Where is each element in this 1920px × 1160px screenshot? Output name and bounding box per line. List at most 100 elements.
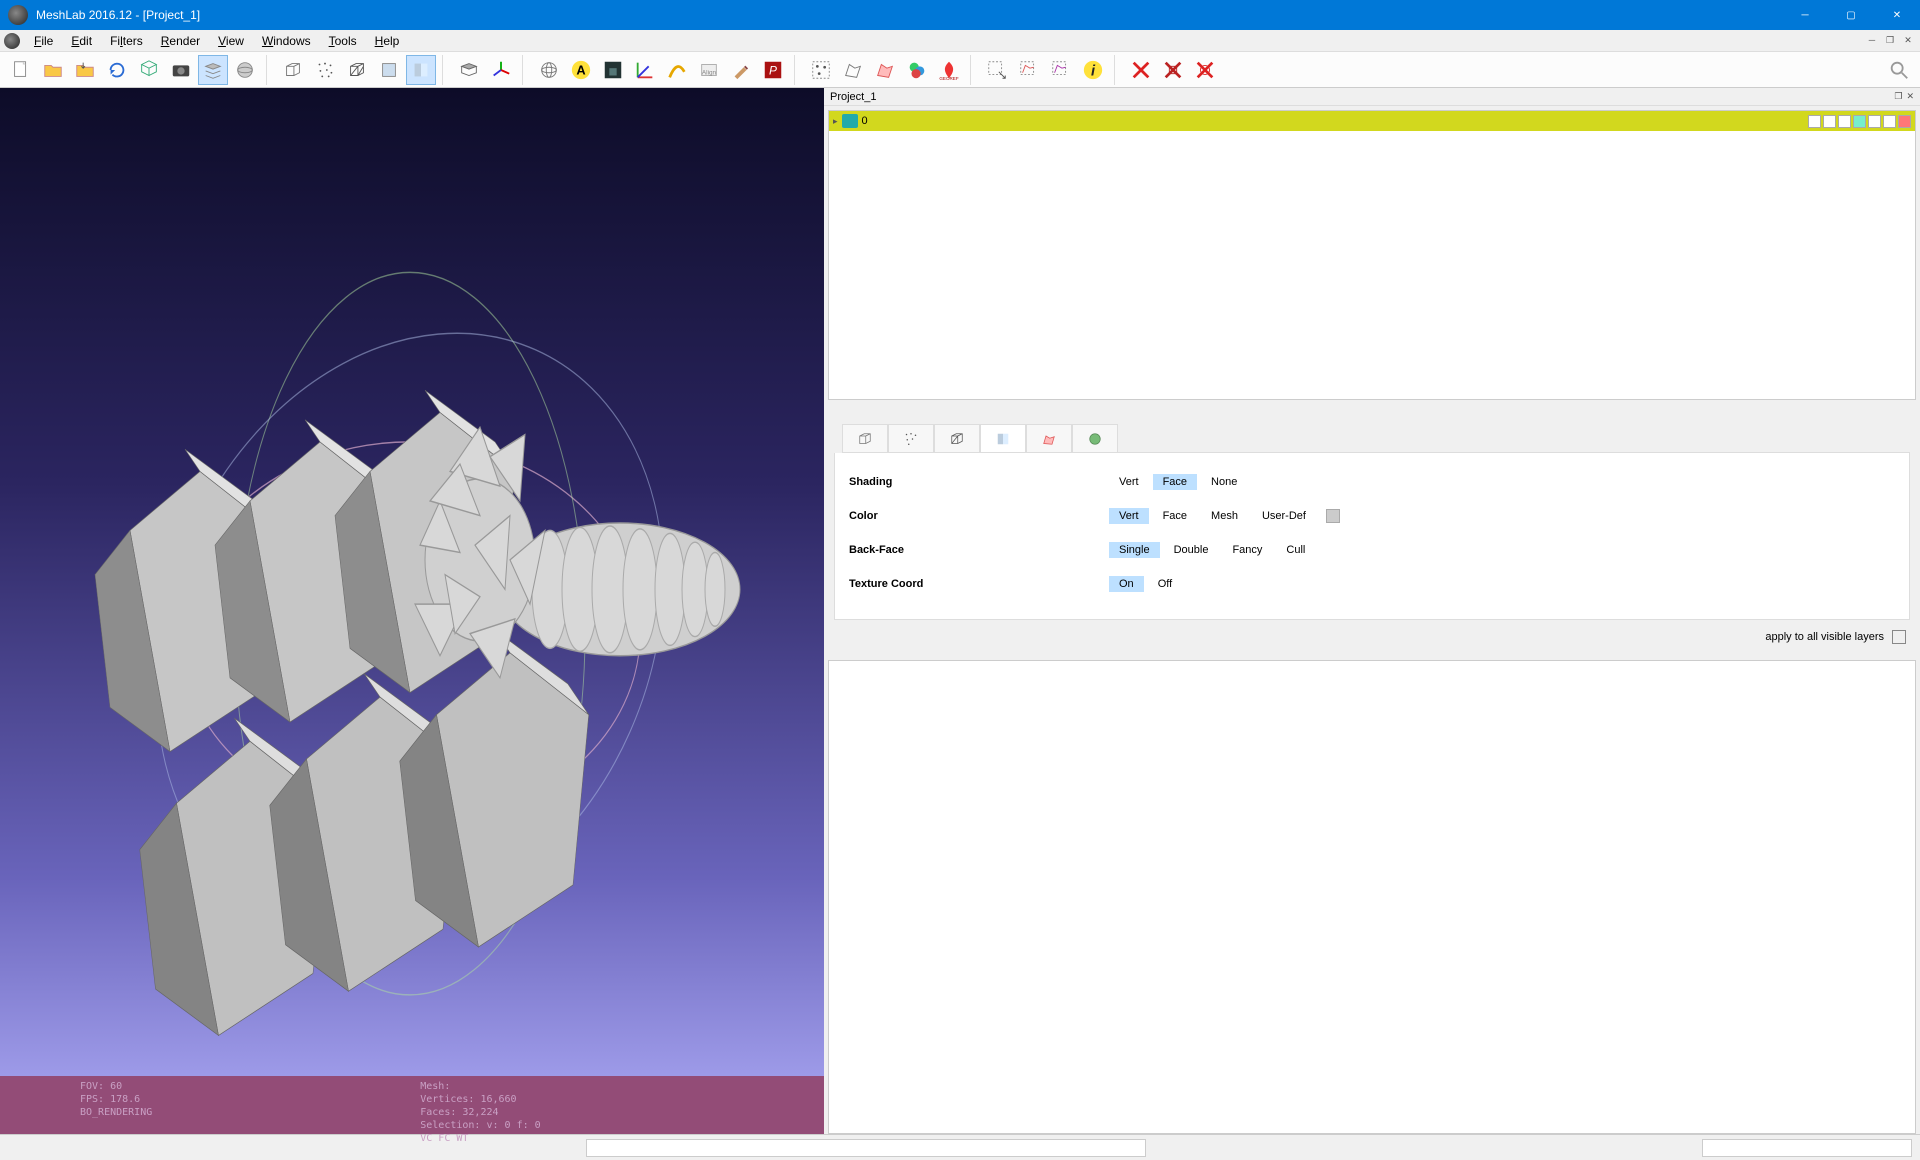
apply-all-checkbox[interactable] (1892, 630, 1906, 644)
open-project-button[interactable] (38, 55, 68, 85)
window-close-button[interactable]: ✕ (1874, 0, 1920, 30)
light-button[interactable] (534, 55, 564, 85)
delete-selected-vertices-button[interactable] (1126, 55, 1156, 85)
colorize-button[interactable] (902, 55, 932, 85)
bbox-rendering-button[interactable] (278, 55, 308, 85)
paint-button[interactable] (726, 55, 756, 85)
layer-mode-smooth-icon[interactable] (1868, 115, 1881, 128)
select-faces-button[interactable] (838, 55, 868, 85)
flat-rendering-button[interactable] (406, 55, 436, 85)
render-tabs (842, 424, 1910, 453)
shading-vert-option[interactable]: Vert (1109, 474, 1149, 490)
color-userdef-option[interactable]: User-Def (1252, 508, 1316, 524)
tab-decorators[interactable] (1072, 424, 1118, 452)
mdi-close-button[interactable]: ✕ (1900, 35, 1916, 46)
layer-mode-wire-icon[interactable] (1838, 115, 1851, 128)
color-swatch[interactable] (1326, 509, 1340, 523)
texcoord-off-option[interactable]: Off (1148, 576, 1182, 592)
layer-mode-sel-icon[interactable] (1898, 115, 1911, 128)
expand-icon[interactable]: ▸ (833, 116, 838, 127)
menu-help[interactable]: Help (367, 32, 408, 50)
render-properties: Shading Vert Face None Color Vert Face M… (834, 453, 1910, 620)
menu-file[interactable]: File (26, 32, 61, 50)
toolbar-search-button[interactable] (1884, 55, 1914, 85)
tab-bbox[interactable] (842, 424, 888, 452)
mdi-maximize-button[interactable]: ❐ (1882, 35, 1898, 46)
shading-none-option[interactable]: None (1201, 474, 1247, 490)
menu-view[interactable]: View (210, 32, 252, 50)
info-button[interactable]: i (1078, 55, 1108, 85)
georef-button[interactable]: GEOREF (934, 55, 964, 85)
layer-mode-flat-icon[interactable] (1853, 115, 1866, 128)
panel-undock-button[interactable]: ❐ (1894, 91, 1902, 102)
app-icon (8, 5, 28, 25)
wireframe-rendering-button[interactable] (342, 55, 372, 85)
import-mesh-button[interactable] (70, 55, 100, 85)
select-connected-button[interactable] (870, 55, 900, 85)
log-panel[interactable] (828, 660, 1916, 1134)
show-layers-button[interactable] (198, 55, 228, 85)
toggle-a-button[interactable]: A (566, 55, 596, 85)
status-rendering: BO_RENDERING (80, 1106, 152, 1119)
backface-single-option[interactable]: Single (1109, 542, 1160, 558)
panel-close-button[interactable]: ✕ (1906, 91, 1914, 102)
tab-selection[interactable] (1026, 424, 1072, 452)
apply-all-row: apply to all visible layers (824, 620, 1920, 654)
layer-name: 0 (862, 115, 868, 127)
svg-text:Align: Align (702, 69, 717, 76)
backface-cull-option[interactable]: Cull (1276, 542, 1315, 558)
menu-bar: File Edit Filters Render View Windows To… (0, 30, 1920, 52)
layer-list[interactable]: ▸ 0 (828, 110, 1916, 400)
tab-points[interactable] (888, 424, 934, 452)
backface-double-option[interactable]: Double (1164, 542, 1219, 558)
show-trackball-button[interactable] (230, 55, 260, 85)
reload-button[interactable] (102, 55, 132, 85)
menu-tools[interactable]: Tools (321, 32, 365, 50)
color-vert-option[interactable]: Vert (1109, 508, 1149, 524)
snapshot-button[interactable] (166, 55, 196, 85)
layer-mode-points-icon[interactable] (1823, 115, 1836, 128)
mdi-minimize-button[interactable]: ─ (1864, 35, 1880, 46)
texcoord-on-option[interactable]: On (1109, 576, 1144, 592)
menu-filters[interactable]: Filters (102, 32, 151, 50)
window-maximize-button[interactable]: ▢ (1828, 0, 1874, 30)
delete-selected-faces-button[interactable] (1158, 55, 1188, 85)
select-verts-rect-button[interactable] (1046, 55, 1076, 85)
shading-face-option[interactable]: Face (1153, 474, 1197, 490)
layer-row[interactable]: ▸ 0 (829, 111, 1915, 131)
new-project-button[interactable] (6, 55, 36, 85)
window-titlebar: MeshLab 2016.12 - [Project_1] ─ ▢ ✕ (0, 0, 1920, 30)
red-plugin-button[interactable]: P (758, 55, 788, 85)
menu-windows[interactable]: Windows (254, 32, 319, 50)
tab-wireframe[interactable] (934, 424, 980, 452)
backface-fancy-option[interactable]: Fancy (1222, 542, 1272, 558)
tab-solid[interactable] (980, 424, 1026, 452)
window-minimize-button[interactable]: ─ (1782, 0, 1828, 30)
edge-decorator-button[interactable] (454, 55, 484, 85)
select-vertices-button[interactable] (806, 55, 836, 85)
select-faces-rect-button[interactable] (1014, 55, 1044, 85)
status-selection: Selection: v: 0 f: 0 (420, 1119, 540, 1132)
color-mesh-option[interactable]: Mesh (1201, 508, 1248, 524)
align-button[interactable]: Align (694, 55, 724, 85)
select-rect-button[interactable] (982, 55, 1012, 85)
layer-mode-tex-icon[interactable] (1883, 115, 1896, 128)
measure-button[interactable] (662, 55, 692, 85)
status-fps: FPS: 178.6 (80, 1093, 152, 1106)
project-panel-header[interactable]: Project_1 ❐ ✕ (824, 88, 1920, 106)
delete-selected-faces-verts-button[interactable] (1190, 55, 1220, 85)
visibility-toggle[interactable] (842, 114, 858, 128)
menu-edit[interactable]: Edit (63, 32, 100, 50)
layer-mode-bbox-icon[interactable] (1808, 115, 1821, 128)
menu-render[interactable]: Render (153, 32, 208, 50)
flatlines-rendering-button[interactable] (374, 55, 404, 85)
points-rendering-button[interactable] (310, 55, 340, 85)
gizmo-button[interactable] (630, 55, 660, 85)
axis-decorator-button[interactable] (486, 55, 516, 85)
background-button[interactable] (598, 55, 628, 85)
svg-text:P: P (769, 63, 777, 77)
3d-viewport[interactable] (0, 88, 824, 1076)
export-mesh-button[interactable] (134, 55, 164, 85)
app-small-icon (4, 33, 20, 49)
color-face-option[interactable]: Face (1153, 508, 1197, 524)
